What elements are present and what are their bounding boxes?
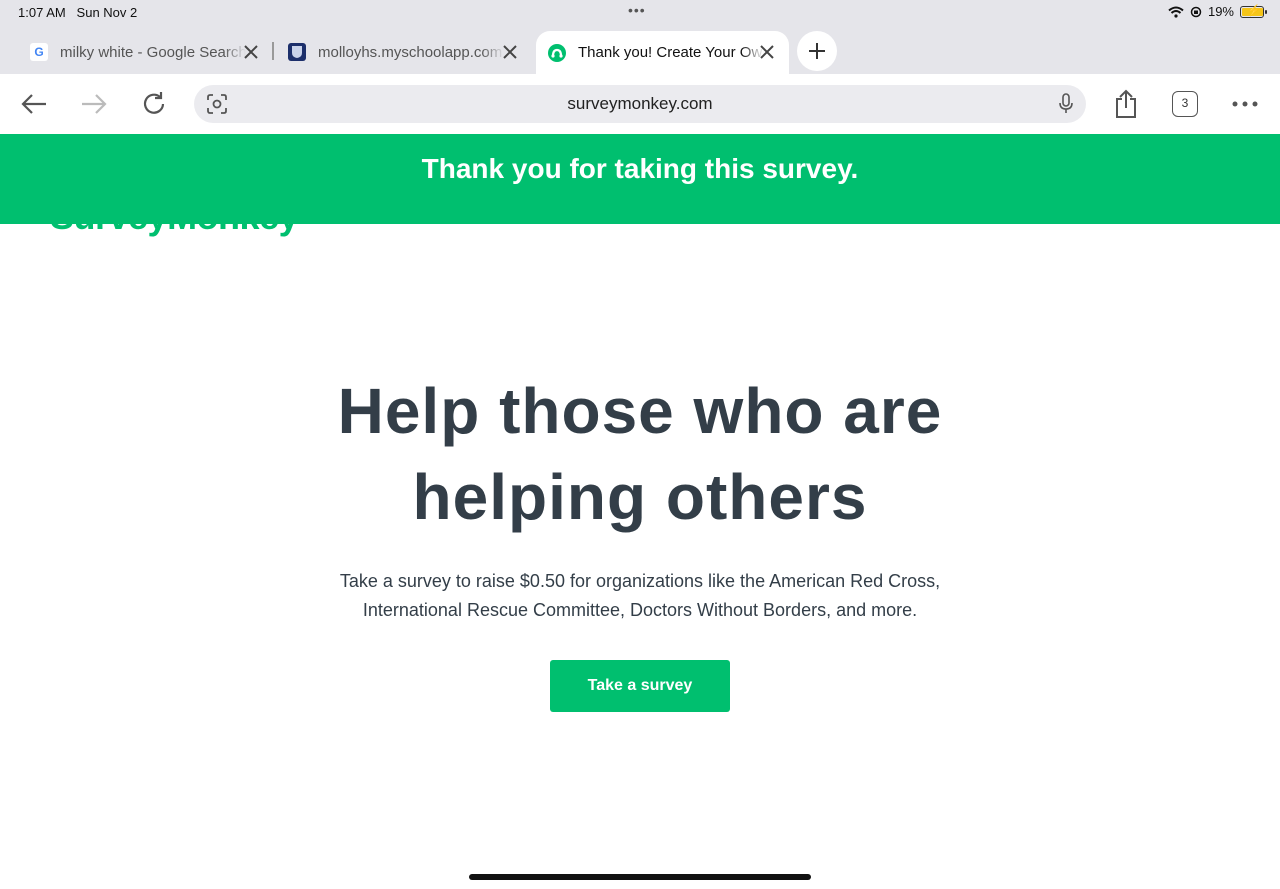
forward-button[interactable]	[76, 86, 112, 122]
tab-bar: G milky white - Google Search molloyhs.m…	[0, 26, 1280, 74]
forward-arrow-icon	[82, 94, 107, 114]
battery-percent: 19%	[1207, 4, 1234, 19]
status-time: 1:07 AM Sun Nov 2	[18, 5, 138, 20]
more-options-icon	[1232, 101, 1258, 107]
page-headline: Help those who are helping others	[0, 368, 1280, 540]
headline-line: Help those who are	[337, 375, 943, 447]
share-button[interactable]	[1108, 86, 1144, 122]
back-arrow-icon	[21, 94, 46, 114]
school-crest-icon	[288, 43, 306, 61]
tab-separator	[272, 42, 274, 60]
thank-you-banner: Thank you for taking this survey.	[0, 134, 1280, 224]
tab-title: Thank you! Create Your Own Survey	[578, 44, 764, 61]
headline-line: helping others	[412, 461, 868, 533]
status-right: 19% ⚡	[1168, 4, 1267, 19]
browser-toolbar: surveymonkey.com 3	[0, 74, 1280, 134]
battery-charging-icon: ⚡	[1240, 5, 1267, 18]
tab-surveymonkey[interactable]: Thank you! Create Your Own Survey	[536, 31, 789, 74]
home-indicator[interactable]	[469, 874, 811, 880]
multitasking-dots-icon[interactable]: •••	[628, 2, 646, 18]
address-bar[interactable]: surveymonkey.com	[194, 85, 1086, 123]
share-icon	[1116, 89, 1136, 118]
new-tab-button[interactable]	[797, 31, 837, 71]
subtext-line: Take a survey to raise $0.50 for organiz…	[339, 571, 941, 591]
plus-icon	[809, 43, 825, 59]
tab-title: milky white - Google Search	[60, 43, 246, 61]
close-tab-icon[interactable]	[239, 40, 263, 64]
wifi-icon	[1168, 6, 1184, 18]
reload-button[interactable]	[136, 86, 172, 122]
subtext-line: International Rescue Committee, Doctors …	[362, 600, 918, 620]
tab-switcher-button[interactable]: 3	[1172, 91, 1198, 117]
take-a-survey-button[interactable]: Take a survey	[550, 660, 730, 712]
reload-icon	[143, 92, 165, 114]
more-menu-button[interactable]	[1227, 86, 1263, 122]
close-tab-icon[interactable]	[755, 40, 779, 64]
page-subtext: Take a survey to raise $0.50 for organiz…	[290, 567, 990, 625]
close-tab-icon[interactable]	[498, 40, 522, 64]
back-button[interactable]	[16, 86, 52, 122]
surveymonkey-icon	[548, 43, 566, 62]
tab-myschoolapp[interactable]: molloyhs.myschoolapp.com	[276, 31, 532, 73]
orientation-lock-icon	[1190, 6, 1202, 17]
tab-google-search[interactable]: G milky white - Google Search	[18, 31, 273, 73]
status-bar: 1:07 AM Sun Nov 2 ••• 19% ⚡	[0, 0, 1280, 26]
tab-title: molloyhs.myschoolapp.com	[318, 43, 503, 61]
google-favicon-icon: G	[30, 43, 48, 61]
microphone-icon[interactable]	[1058, 93, 1074, 115]
url-text: surveymonkey.com	[567, 94, 713, 113]
